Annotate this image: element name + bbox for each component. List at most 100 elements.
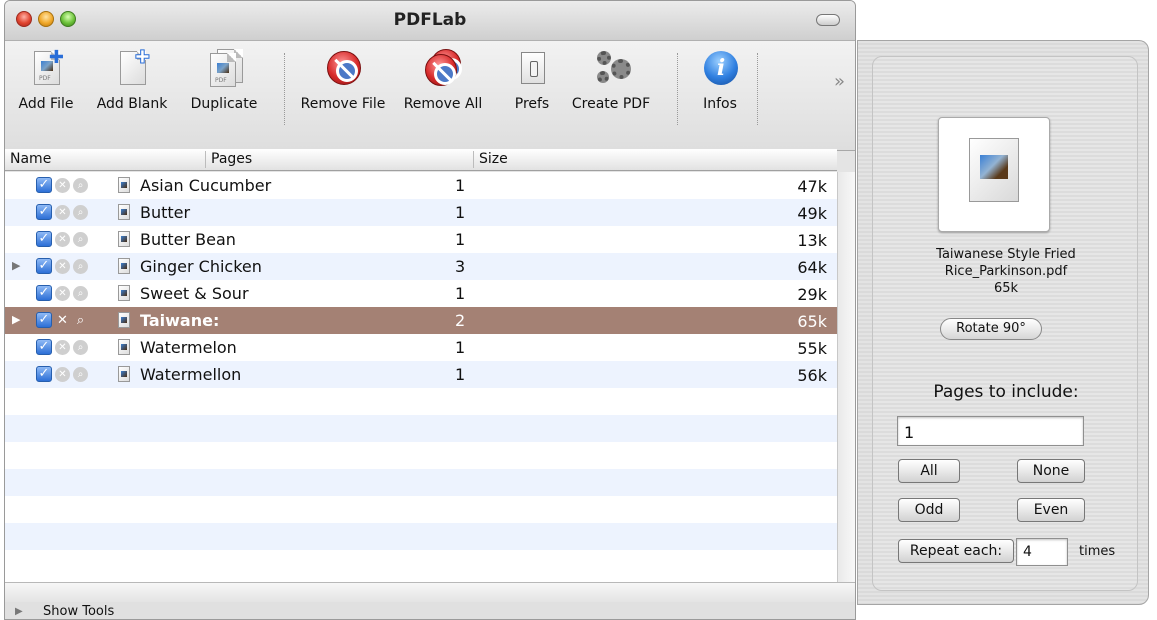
create-pdf-button[interactable]: Create PDF bbox=[565, 49, 657, 112]
include-checkbox[interactable]: ✓ bbox=[36, 258, 52, 274]
file-name: Butter Bean bbox=[140, 230, 236, 249]
include-checkbox[interactable]: ✓ bbox=[36, 231, 52, 247]
remove-circle-icon[interactable]: ✕ bbox=[55, 178, 70, 193]
table-row[interactable]: ✓ ✕ ⌕ Watermelon 1 55k bbox=[5, 334, 837, 361]
even-button[interactable]: Even bbox=[1017, 498, 1085, 522]
pdf-file-icon bbox=[118, 258, 130, 274]
infos-button[interactable]: i Infos bbox=[695, 49, 745, 112]
horizontal-scrollbar[interactable] bbox=[5, 582, 855, 602]
pdf-file-icon bbox=[118, 177, 130, 193]
magnifier-icon[interactable]: ⌕ bbox=[73, 313, 88, 328]
file-name-editing[interactable]: Taiwane: bbox=[140, 311, 219, 330]
file-name: Ginger Chicken bbox=[140, 257, 262, 276]
table-row[interactable]: ✓ ✕ ⌕ Butter Bean 1 13k bbox=[5, 226, 837, 253]
file-size: 65k bbox=[797, 312, 827, 331]
pages-to-include-label: Pages to include: bbox=[933, 382, 1079, 402]
file-list: ✓ ✕ ⌕ Asian Cucumber 1 47k ✓ ✕ ⌕ Butter … bbox=[5, 172, 837, 582]
remove-all-icon bbox=[423, 49, 463, 89]
file-name: Butter bbox=[140, 203, 191, 222]
add-file-button[interactable]: PDF ✚ Add File bbox=[11, 47, 81, 112]
remove-file-label: Remove File bbox=[300, 96, 386, 112]
magnifier-icon[interactable]: ⌕ bbox=[73, 259, 88, 274]
empty-row bbox=[5, 415, 837, 442]
include-checkbox[interactable]: ✓ bbox=[36, 204, 52, 220]
file-name: Watermellon bbox=[140, 365, 242, 384]
remove-all-label: Remove All bbox=[403, 96, 483, 112]
table-row[interactable]: ✓ ✕ ⌕ Sweet & Sour 1 29k bbox=[5, 280, 837, 307]
file-size-label: 65k bbox=[993, 281, 1019, 296]
magnifier-icon[interactable]: ⌕ bbox=[73, 340, 88, 355]
file-size: 49k bbox=[797, 204, 827, 223]
show-tools-disclosure-icon[interactable]: ▶ bbox=[15, 606, 23, 617]
status-bar: ▶ Show Tools bbox=[5, 602, 855, 619]
add-blank-button[interactable]: ✚ Add Blank bbox=[89, 47, 175, 113]
column-header-name[interactable]: Name bbox=[10, 151, 51, 167]
empty-row bbox=[5, 523, 837, 550]
include-checkbox[interactable]: ✓ bbox=[36, 285, 52, 301]
magnifier-icon[interactable]: ⌕ bbox=[73, 286, 88, 301]
info-icon: i bbox=[700, 49, 740, 89]
disclosure-triangle-icon[interactable]: ▶ bbox=[12, 259, 20, 272]
toolbar: PDF ✚ Add File ✚ Add Blank PDF Duplicate bbox=[5, 41, 855, 151]
show-tools-label[interactable]: Show Tools bbox=[43, 604, 114, 619]
remove-file-button[interactable]: Remove File bbox=[295, 49, 391, 112]
include-checkbox[interactable]: ✓ bbox=[36, 339, 52, 355]
column-header-pages[interactable]: Pages bbox=[211, 151, 252, 167]
magnifier-icon[interactable]: ⌕ bbox=[73, 178, 88, 193]
drawer-panel: Taiwanese Style Fried Rice_Parkinson.pdf… bbox=[872, 56, 1138, 591]
remove-circle-icon[interactable]: ✕ bbox=[55, 259, 70, 274]
remove-circle-icon[interactable]: ✕ bbox=[55, 232, 70, 247]
remove-circle-icon[interactable]: ✕ bbox=[55, 286, 70, 301]
page-count: 1 bbox=[455, 338, 466, 357]
pages-input[interactable]: 1 bbox=[897, 416, 1084, 446]
table-row[interactable]: ▶ ✓ ✕ ⌕ Ginger Chicken 3 64k bbox=[5, 253, 837, 280]
remove-circle-icon[interactable]: ✕ bbox=[55, 340, 70, 355]
info-drawer: Taiwanese Style Fried Rice_Parkinson.pdf… bbox=[857, 40, 1149, 605]
repeat-count-input[interactable]: 4 bbox=[1016, 538, 1068, 566]
file-name: Asian Cucumber bbox=[140, 176, 272, 195]
include-checkbox[interactable]: ✓ bbox=[36, 177, 52, 193]
page-count: 1 bbox=[455, 176, 466, 195]
all-button[interactable]: All bbox=[898, 459, 960, 483]
duplicate-label: Duplicate bbox=[190, 96, 258, 112]
title-bar[interactable]: PDFLab bbox=[5, 1, 855, 41]
prefs-button[interactable]: Prefs bbox=[507, 49, 557, 112]
file-size: 56k bbox=[797, 366, 827, 385]
table-row[interactable]: ✓ ✕ ⌕ Butter 1 49k bbox=[5, 199, 837, 226]
file-name-line2: Rice_Parkinson.pdf bbox=[944, 264, 1068, 279]
rotate-button[interactable]: Rotate 90° bbox=[940, 318, 1042, 340]
pdf-file-icon bbox=[118, 204, 130, 220]
disclosure-triangle-icon[interactable]: ▶ bbox=[12, 313, 20, 326]
magnifier-icon[interactable]: ⌕ bbox=[73, 205, 88, 220]
include-checkbox[interactable]: ✓ bbox=[36, 312, 52, 328]
toolbar-overflow-icon[interactable]: » bbox=[834, 71, 845, 92]
toolbar-toggle-button[interactable] bbox=[816, 14, 840, 26]
empty-row bbox=[5, 469, 837, 496]
column-header-size[interactable]: Size bbox=[479, 151, 508, 167]
create-pdf-label: Create PDF bbox=[571, 96, 651, 112]
none-button[interactable]: None bbox=[1017, 459, 1085, 483]
remove-circle-icon[interactable]: ✕ bbox=[55, 367, 70, 382]
pdf-file-icon bbox=[118, 366, 130, 382]
remove-circle-icon[interactable]: ✕ bbox=[55, 313, 70, 328]
toolbar-separator bbox=[757, 53, 758, 125]
page-count: 2 bbox=[455, 311, 466, 330]
add-file-icon: PDF ✚ bbox=[26, 47, 66, 89]
odd-button[interactable]: Odd bbox=[898, 498, 960, 522]
prefs-label: Prefs bbox=[514, 96, 550, 112]
vertical-scrollbar[interactable] bbox=[837, 172, 855, 582]
include-checkbox[interactable]: ✓ bbox=[36, 366, 52, 382]
table-row-selected[interactable]: ▶ ✓ ✕ ⌕ Taiwane: 2 65k bbox=[5, 307, 837, 334]
remove-all-button[interactable]: Remove All bbox=[398, 49, 488, 112]
duplicate-button[interactable]: PDF Duplicate bbox=[184, 49, 264, 112]
magnifier-icon[interactable]: ⌕ bbox=[73, 232, 88, 247]
table-row[interactable]: ✓ ✕ ⌕ Watermellon 1 56k bbox=[5, 361, 837, 388]
magnifier-icon[interactable]: ⌕ bbox=[73, 367, 88, 382]
pdf-file-icon bbox=[118, 231, 130, 247]
remove-circle-icon[interactable]: ✕ bbox=[55, 205, 70, 220]
create-pdf-icon bbox=[591, 49, 631, 89]
file-size: 55k bbox=[797, 339, 827, 358]
table-row[interactable]: ✓ ✕ ⌕ Asian Cucumber 1 47k bbox=[5, 172, 837, 199]
repeat-each-button[interactable]: Repeat each: bbox=[898, 539, 1014, 563]
file-name-line1: Taiwanese Style Fried bbox=[936, 247, 1076, 262]
